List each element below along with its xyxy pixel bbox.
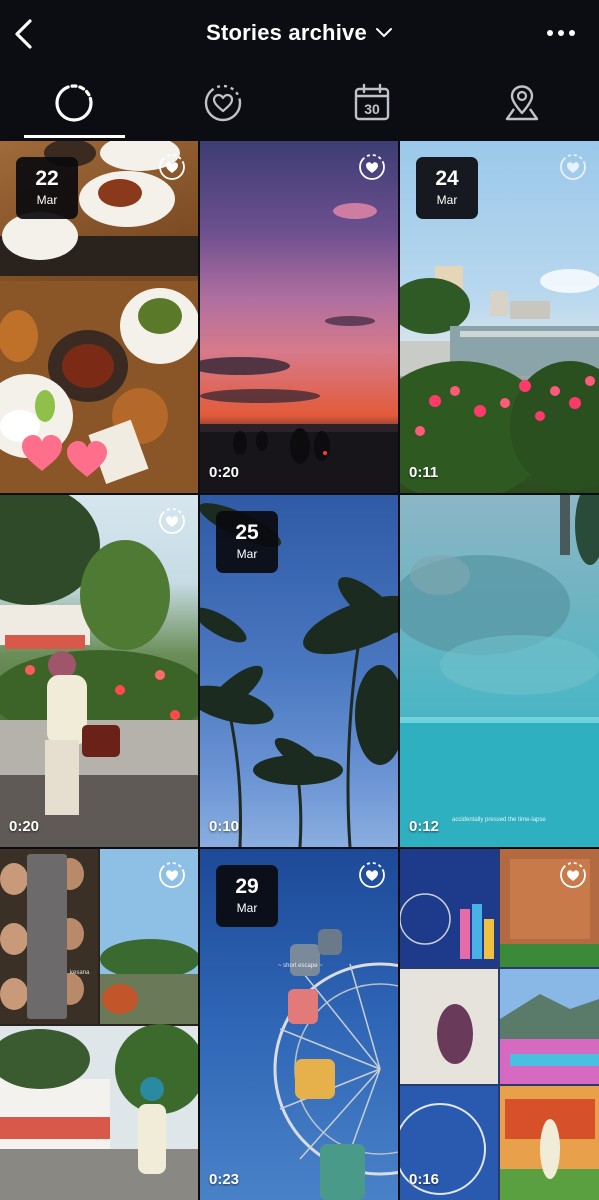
heart-circle-icon[interactable] xyxy=(158,861,186,889)
story-thumbnail[interactable]: accidentally pressed the time-lapse 0:12 xyxy=(400,495,599,847)
title-dropdown[interactable]: Stories archive xyxy=(0,0,599,66)
more-options-icon xyxy=(547,30,575,36)
date-day: 29 xyxy=(235,875,259,898)
date-day: 25 xyxy=(235,521,259,544)
sunset-photo xyxy=(200,203,398,493)
video-duration: 0:16 xyxy=(409,1171,440,1188)
video-duration: 0:20 xyxy=(209,464,240,481)
date-day: 22 xyxy=(35,167,59,190)
heart-circle-icon[interactable] xyxy=(559,861,587,889)
woman-photo xyxy=(0,495,198,847)
heart-circle-icon[interactable] xyxy=(358,153,386,181)
date-badge: 29 Mar xyxy=(216,865,278,927)
stories-grid: 22 Mar 0:20 24 Mar 0:11 0:20 25 Mar 0:10… xyxy=(0,141,599,1200)
date-badge: 25 Mar xyxy=(216,511,278,573)
tab-map[interactable] xyxy=(472,66,572,140)
tab-stories[interactable] xyxy=(24,66,124,140)
story-caption: accidentally pressed the time-lapse xyxy=(452,817,546,823)
calendar-icon-label: 30 xyxy=(364,101,380,117)
story-thumbnail[interactable]: kesana xyxy=(0,849,198,1200)
heart-circle-icon[interactable] xyxy=(158,507,186,535)
heart-circle-icon xyxy=(204,84,242,122)
date-badge: 22 Mar xyxy=(16,157,78,219)
page-title: Stories archive xyxy=(206,20,367,45)
story-caption: kesana xyxy=(70,970,90,976)
video-duration: 0:10 xyxy=(209,818,240,835)
video-duration: 0:11 xyxy=(409,464,439,481)
story-caption: ~ short escape ~ xyxy=(278,963,323,969)
date-badge: 24 Mar xyxy=(416,157,478,219)
park-collage-photo xyxy=(400,849,599,1200)
heart-circle-icon[interactable] xyxy=(358,861,386,889)
selected-tab-indicator xyxy=(24,135,125,138)
date-month: Mar xyxy=(236,901,258,915)
chevron-down-icon xyxy=(375,28,392,37)
story-thumbnail[interactable]: 24 Mar 0:11 xyxy=(400,141,599,493)
video-duration: 0:20 xyxy=(9,818,40,835)
collage-photo xyxy=(0,849,198,1200)
video-duration: 0:12 xyxy=(409,818,440,835)
story-thumbnail[interactable]: 29 Mar ~ short escape ~ 0:23 xyxy=(200,849,398,1200)
more-options-button[interactable] xyxy=(545,20,579,46)
tab-highlights[interactable] xyxy=(173,66,273,140)
tab-calendar[interactable]: 30 xyxy=(322,66,422,140)
story-thumbnail[interactable]: 25 Mar 0:10 xyxy=(200,495,398,847)
story-thumbnail[interactable]: 0:20 xyxy=(0,495,198,847)
date-day: 24 xyxy=(435,167,459,190)
archive-tabs: 30 xyxy=(0,66,599,140)
date-month: Mar xyxy=(236,547,258,561)
top-bar: Stories archive xyxy=(0,0,599,66)
stories-ring-icon xyxy=(55,84,93,122)
story-thumbnail[interactable]: 22 Mar xyxy=(0,141,198,493)
date-month: Mar xyxy=(436,193,458,207)
video-duration: 0:23 xyxy=(209,1171,240,1188)
story-thumbnail[interactable]: 0:20 xyxy=(200,141,398,493)
underwater-photo xyxy=(400,495,599,847)
calendar-icon: 30 xyxy=(354,83,390,121)
location-pin-icon xyxy=(505,85,539,121)
heart-circle-icon[interactable] xyxy=(158,153,186,181)
date-month: Mar xyxy=(36,193,58,207)
story-thumbnail[interactable]: 0:16 xyxy=(400,849,599,1200)
heart-circle-icon[interactable] xyxy=(559,153,587,181)
